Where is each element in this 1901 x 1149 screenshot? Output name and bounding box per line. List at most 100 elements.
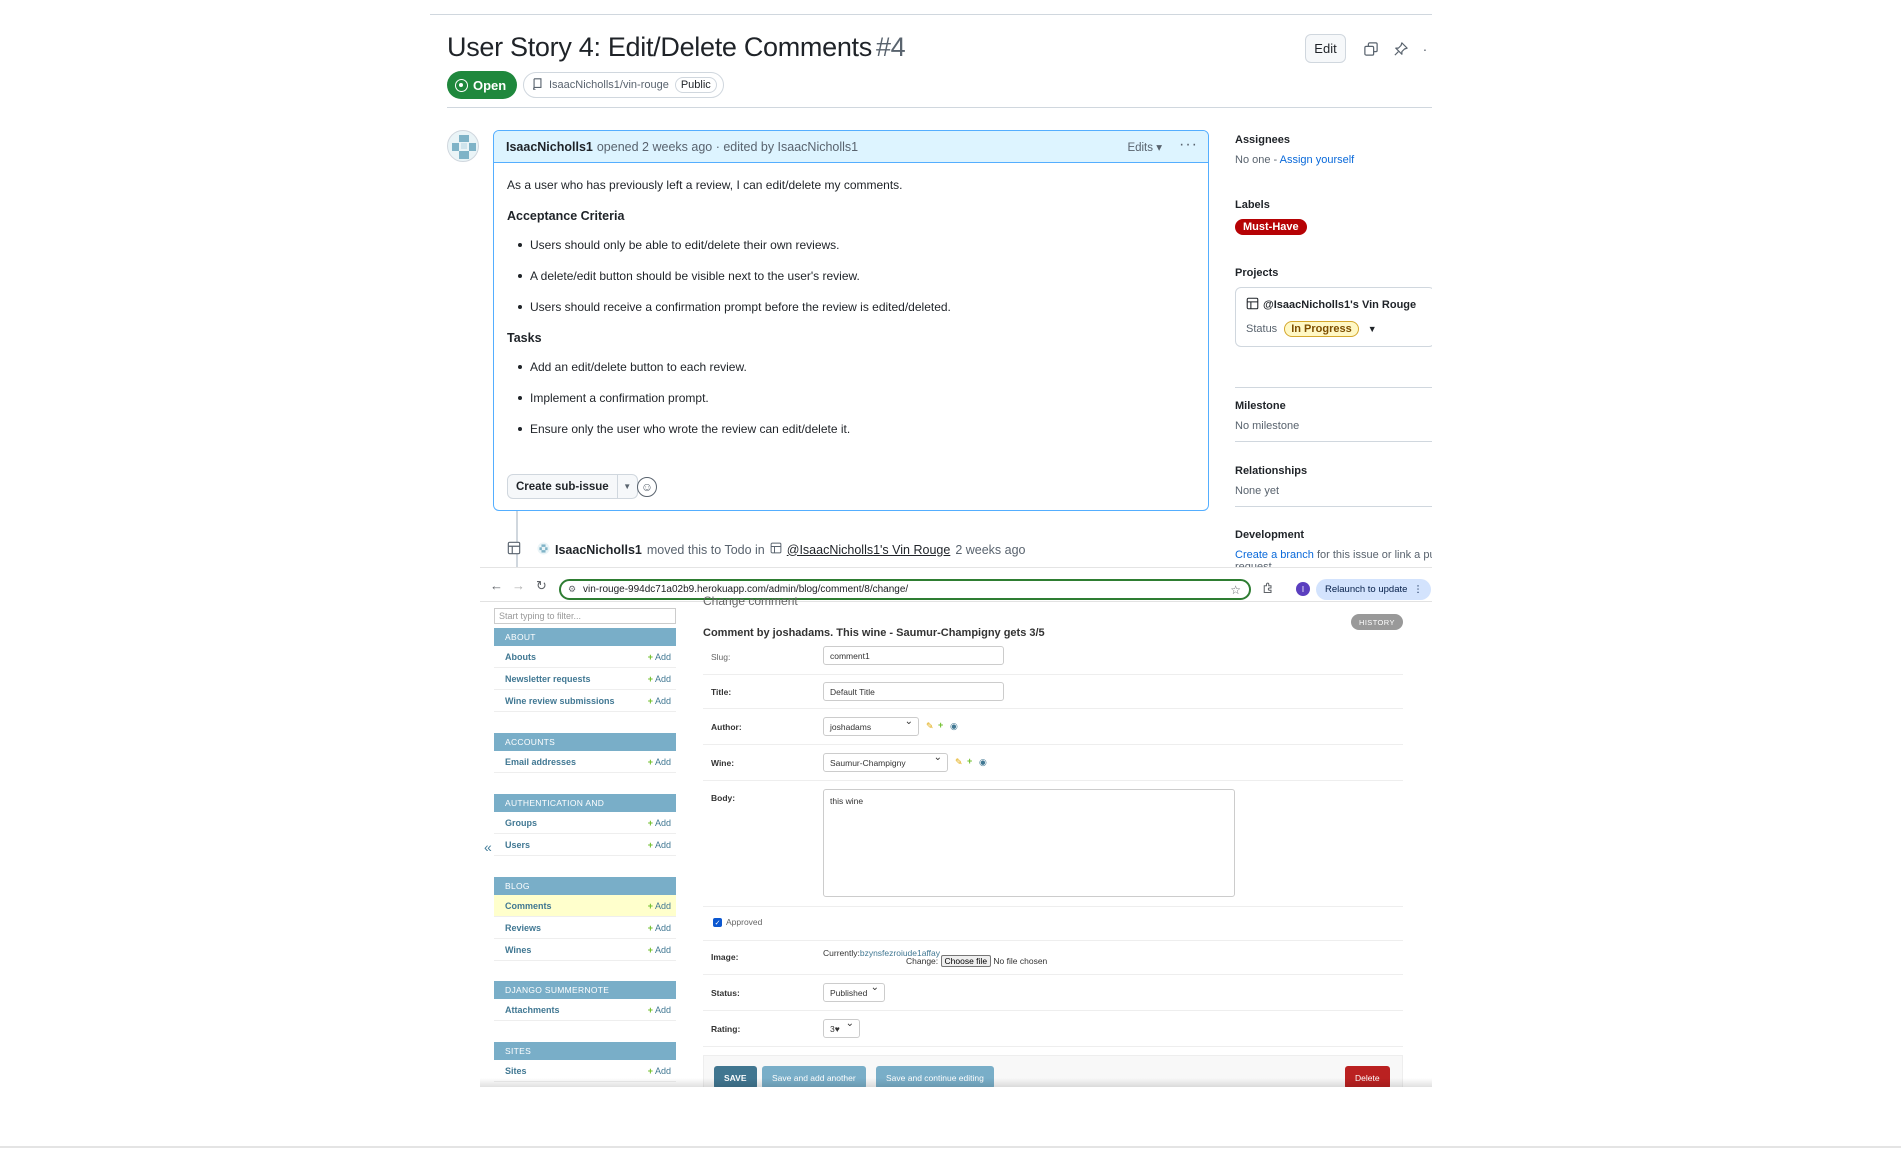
model-link[interactable]: Comments xyxy=(505,901,552,911)
model-link[interactable]: Abouts xyxy=(505,652,536,662)
assignees-heading[interactable]: Assignees xyxy=(1235,134,1432,146)
label-badge[interactable]: Must-Have xyxy=(1235,219,1307,235)
collapse-sidebar-icon[interactable]: « xyxy=(484,839,492,855)
module-header[interactable]: SITES xyxy=(494,1042,676,1060)
rating-select[interactable]: 3♥ xyxy=(823,1018,860,1038)
choose-file-button[interactable]: Choose file xyxy=(940,955,992,967)
model-link[interactable]: Sites xyxy=(505,1066,527,1076)
assign-yourself-link[interactable]: Assign yourself xyxy=(1280,154,1355,166)
chevron-down-icon[interactable]: ▼ xyxy=(1368,324,1377,334)
relaunch-button[interactable]: Relaunch to update ⋮ xyxy=(1316,579,1431,600)
module-header[interactable]: AUTHENTICATION AND AUTHORIZATION xyxy=(494,794,676,826)
add-related-icon[interactable]: + xyxy=(967,756,972,766)
chevron-down-icon[interactable]: ▼ xyxy=(616,475,637,498)
history-button[interactable]: HISTORY xyxy=(1351,614,1403,630)
sidebar-item-newsletter-requests[interactable]: Newsletter requests + Add xyxy=(494,668,676,690)
create-sub-issue-label: Create sub-issue xyxy=(516,480,609,493)
reload-icon[interactable]: ↻ xyxy=(536,578,547,594)
sidebar-item-users[interactable]: Users + Add xyxy=(494,834,676,856)
module-header[interactable]: DJANGO SUMMERNOTE xyxy=(494,981,676,999)
sidebar-item-reviews[interactable]: Reviews + Add xyxy=(494,917,676,939)
model-link[interactable]: Groups xyxy=(505,818,537,828)
model-link[interactable]: Newsletter requests xyxy=(505,674,591,684)
project-status-badge[interactable]: In Progress xyxy=(1284,321,1359,337)
sidebar-item-wines[interactable]: Wines + Add xyxy=(494,939,676,961)
sidebar-item-abouts[interactable]: Abouts + Add xyxy=(494,646,676,668)
add-link[interactable]: + Add xyxy=(648,652,671,662)
title-label: Title: xyxy=(711,687,732,697)
copy-icon[interactable] xyxy=(1360,38,1382,60)
sidebar-item-email-addresses[interactable]: Email addresses + Add xyxy=(494,751,676,773)
nav-filter-input[interactable]: Start typing to filter... xyxy=(494,608,676,624)
projects-heading[interactable]: Projects xyxy=(1235,267,1432,279)
module-header[interactable]: ABOUT xyxy=(494,628,676,646)
add-related-icon[interactable]: + xyxy=(938,720,943,730)
add-link[interactable]: + Add xyxy=(648,945,671,955)
model-link[interactable]: Wines xyxy=(505,945,531,955)
sidebar-item-wine-review-submissions[interactable]: Wine review submissions + Add xyxy=(494,690,676,712)
view-eye-icon[interactable]: ◉ xyxy=(950,721,958,732)
wine-select[interactable]: Saumur-Champigny xyxy=(823,752,948,772)
add-link[interactable]: + Add xyxy=(648,696,671,706)
header-divider xyxy=(447,107,1432,108)
pin-icon[interactable] xyxy=(1390,38,1412,60)
model-link[interactable]: Attachments xyxy=(505,1005,560,1015)
labels-heading[interactable]: Labels xyxy=(1235,199,1432,211)
add-link[interactable]: + Add xyxy=(648,901,671,911)
comment-options-icon[interactable]: ··· xyxy=(1179,136,1198,154)
forward-icon[interactable]: → xyxy=(512,578,525,593)
plus-icon: + xyxy=(647,922,653,933)
create-sub-issue-button[interactable]: Create sub-issue ▼ xyxy=(507,474,638,499)
model-link[interactable]: Users xyxy=(505,840,530,850)
sidebar-item-attachments[interactable]: Attachments + Add xyxy=(494,999,676,1021)
extensions-icon[interactable] xyxy=(1262,582,1274,597)
model-link[interactable]: Wine review submissions xyxy=(505,696,614,706)
add-link[interactable]: + Add xyxy=(648,923,671,933)
story-intro: As a user who has previously left a revi… xyxy=(507,178,903,192)
add-link[interactable]: + Add xyxy=(648,1005,671,1015)
site-info-icon[interactable]: ⚙ xyxy=(568,584,576,595)
address-bar[interactable]: ⚙ vin-rouge-994dc71a02b9.herokuapp.com/a… xyxy=(559,579,1251,600)
event-actor[interactable]: IsaacNicholls1 xyxy=(555,543,642,557)
sidebar-item-comments[interactable]: Comments + Add xyxy=(494,895,676,917)
avatar[interactable] xyxy=(447,130,479,162)
edits-dropdown[interactable]: Edits ▾ xyxy=(1127,140,1162,154)
add-link[interactable]: + Add xyxy=(648,1066,671,1076)
title-input[interactable]: Default Title xyxy=(823,682,1004,701)
status-select[interactable]: Published xyxy=(823,982,885,1002)
profile-avatar[interactable]: I xyxy=(1296,582,1310,596)
edit-pencil-icon[interactable]: ✎ xyxy=(926,721,934,732)
comment-author[interactable]: IsaacNicholls1 xyxy=(506,140,593,154)
bookmark-star-icon[interactable]: ☆ xyxy=(1230,583,1241,597)
slug-input[interactable]: comment1 xyxy=(823,646,1004,665)
approved-checkbox[interactable]: ✓ xyxy=(713,918,722,927)
create-branch-link[interactable]: Create a branch xyxy=(1235,549,1314,561)
image-row: Image: Currently:bzynsfezroiude1affay Ch… xyxy=(703,941,1403,975)
actor-avatar-icon xyxy=(537,541,550,558)
project-title[interactable]: @IsaacNicholls1's Vin Rouge xyxy=(1246,297,1424,313)
bottom-rule xyxy=(0,1146,1901,1148)
status-row: Status: Published xyxy=(703,975,1403,1011)
view-eye-icon[interactable]: ◉ xyxy=(979,757,987,768)
author-select[interactable]: joshadams xyxy=(823,716,919,736)
milestone-heading[interactable]: Milestone xyxy=(1235,400,1432,412)
more-options-icon[interactable]: · xyxy=(1418,38,1432,60)
smiley-icon[interactable]: ☺ xyxy=(637,477,657,497)
add-link[interactable]: + Add xyxy=(648,757,671,767)
model-link[interactable]: Reviews xyxy=(505,923,541,933)
model-link[interactable]: Email addresses xyxy=(505,757,576,767)
add-link[interactable]: + Add xyxy=(648,840,671,850)
development-heading[interactable]: Development xyxy=(1235,529,1432,541)
kebab-menu-icon[interactable]: ⋮ xyxy=(1413,584,1423,595)
add-link[interactable]: + Add xyxy=(648,818,671,828)
back-icon[interactable]: ← xyxy=(490,578,503,593)
list-item: Users should receive a confirmation prom… xyxy=(507,299,1195,316)
event-project-link[interactable]: @IsaacNicholls1's Vin Rouge xyxy=(787,543,951,557)
edit-title-button[interactable]: Edit xyxy=(1305,34,1346,63)
repository-pill[interactable]: IsaacNicholls1/vin-rouge Public xyxy=(523,72,724,98)
module-header[interactable]: ACCOUNTS xyxy=(494,733,676,751)
edit-pencil-icon[interactable]: ✎ xyxy=(955,757,963,768)
body-textarea[interactable]: this wine xyxy=(823,789,1235,897)
add-link[interactable]: + Add xyxy=(648,674,671,684)
module-header[interactable]: BLOG xyxy=(494,877,676,895)
